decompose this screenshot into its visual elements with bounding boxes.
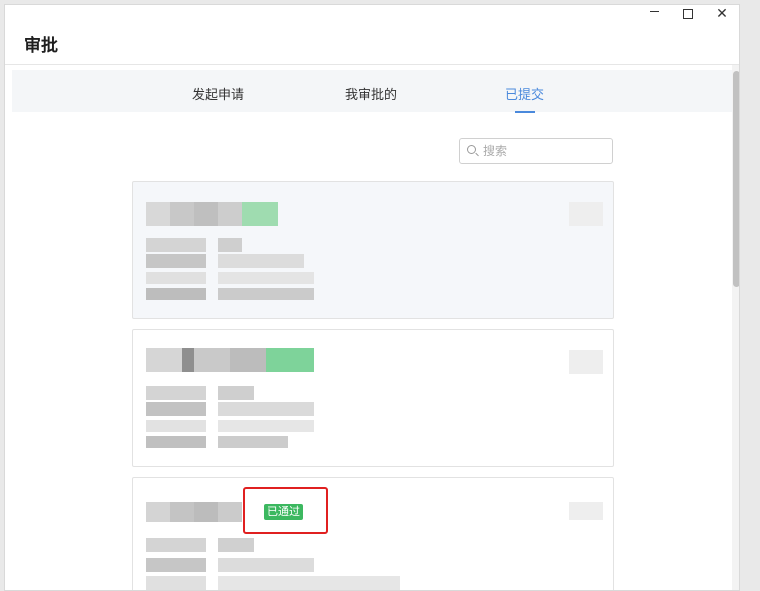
window-title: 审批 <box>24 36 58 56</box>
close-button[interactable]: ✕ <box>705 5 739 23</box>
minimize-button[interactable] <box>637 5 671 23</box>
search-input[interactable] <box>483 144 603 158</box>
tab-my-approvals[interactable]: 我审批的 <box>345 84 397 103</box>
title-bar: 审批 ✕ <box>5 5 739 65</box>
scrollbar-thumb[interactable] <box>733 71 739 287</box>
blurred-details <box>146 538 400 590</box>
blurred-title <box>146 502 242 522</box>
blurred-title <box>146 202 278 226</box>
submission-card[interactable] <box>132 181 614 319</box>
tab-submit-request[interactable]: 发起申请 <box>192 84 244 103</box>
close-icon: ✕ <box>716 6 728 22</box>
submission-card[interactable]: 已通过 <box>132 477 614 590</box>
active-tab-indicator <box>515 111 535 113</box>
blurred-details <box>146 238 316 300</box>
tab-submitted[interactable]: 已提交 <box>505 84 544 103</box>
blurred-details <box>146 386 316 448</box>
tab-bar: 发起申请 我审批的 已提交 <box>12 70 734 113</box>
blurred-corner <box>569 202 603 226</box>
approval-window: 审批 ✕ 发起申请 我审批的 已提交 搜索 已通过 <box>4 4 740 591</box>
search-box[interactable] <box>459 138 613 164</box>
title-divider <box>5 64 739 65</box>
maximize-icon <box>683 9 693 19</box>
search-icon <box>466 144 480 158</box>
blurred-corner <box>569 502 603 520</box>
submission-card[interactable] <box>132 329 614 467</box>
maximize-button[interactable] <box>671 5 705 23</box>
window-controls: ✕ <box>637 5 739 25</box>
blurred-title <box>146 348 314 372</box>
highlight-annotation <box>243 487 328 534</box>
minimize-icon <box>649 10 659 12</box>
blurred-corner <box>569 350 603 374</box>
